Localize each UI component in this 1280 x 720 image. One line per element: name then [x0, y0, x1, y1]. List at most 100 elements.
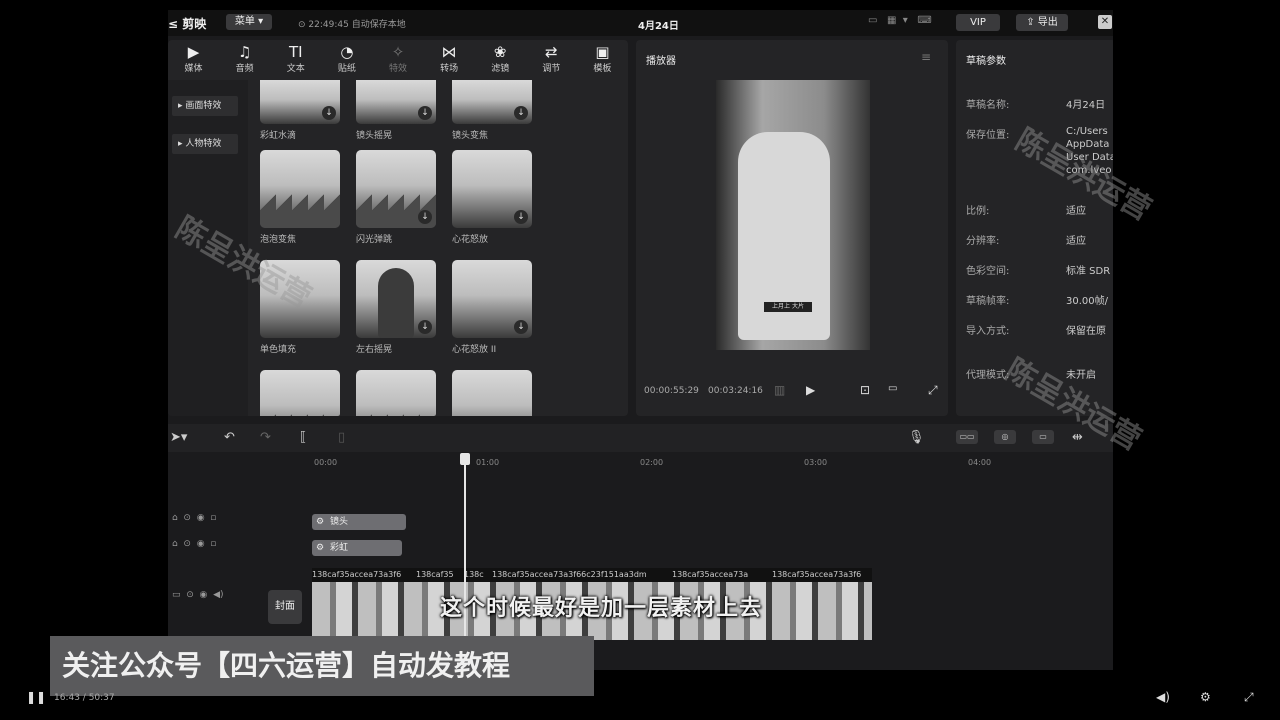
media-icon: ▶: [187, 43, 200, 61]
effect-clip[interactable]: ⚙ 彩虹: [312, 540, 402, 556]
effect-card[interactable]: ↓ 心花怒放 II: [452, 260, 532, 356]
pause-icon[interactable]: ❚❚: [26, 690, 46, 704]
fullscreen-icon[interactable]: ⤢: [928, 383, 938, 398]
ruler-mark: 03:00: [804, 458, 828, 467]
effect-card[interactable]: ↓ 闪光弹跳: [356, 150, 436, 246]
effect-thumbnail: ↓: [356, 260, 436, 338]
clip-name: 138caf35: [416, 570, 454, 579]
tab-media[interactable]: ▶ 媒体: [168, 40, 219, 80]
effects-icon: ✧: [391, 43, 405, 61]
play-icon[interactable]: ▶: [806, 383, 815, 397]
effect-card[interactable]: ↓ 镜头变焦: [452, 80, 532, 142]
effect-thumbnail: ↓: [452, 80, 532, 124]
track-controls[interactable]: ⌂ ⊙ ◉ ▫: [172, 539, 216, 549]
param-value: 4月24日: [1066, 100, 1106, 111]
tab-sticker[interactable]: ◔ 贴纸: [321, 40, 372, 80]
tab-transition[interactable]: ⋈ 转场: [424, 40, 475, 80]
cover-button[interactable]: 封面: [268, 590, 302, 624]
text-icon: TI: [288, 43, 303, 61]
microphone-icon[interactable]: 🎙: [908, 430, 925, 445]
ratio-icon[interactable]: ▭: [888, 383, 897, 394]
effect-card[interactable]: 泡泡变焦: [260, 150, 340, 246]
param-value: 适应: [1066, 206, 1086, 217]
effect-label: 心花怒放 II: [452, 345, 497, 355]
effect-grid: ↓ 彩虹水滴 ↓ 镜头摇晃 ↓ 镜头变焦 泡泡变焦 ↓ 闪光弹跳 ↓ 心花怒放 …: [260, 80, 550, 416]
download-icon[interactable]: ↓: [418, 320, 432, 334]
tab-adjust[interactable]: ⇄ 调节: [526, 40, 577, 80]
zoom-fit-icon[interactable]: ⇹: [1072, 430, 1083, 445]
download-icon[interactable]: ↓: [514, 106, 528, 120]
project-title: 4月24日: [638, 21, 679, 32]
param-label: 保存位置:: [966, 130, 1010, 141]
menu-icon[interactable]: ≡: [921, 50, 931, 64]
effect-card[interactable]: ↓ 心花怒放: [452, 150, 532, 246]
effect-thumbnail: [260, 370, 340, 416]
link-main-track-button[interactable]: ▭▭: [956, 430, 978, 444]
vip-button[interactable]: VIP: [956, 14, 1000, 31]
sidebar-item-screen-effects[interactable]: ▸ 画面特效: [172, 96, 238, 116]
volume-icon[interactable]: ◀): [1156, 690, 1170, 704]
effect-label: 单色填充: [260, 345, 297, 355]
editor-window: ≤ 剪映 菜单 ▾ ⊙ 22:49:45 自动保存本地 4月24日 ▭ ▦ ▾ …: [168, 10, 1113, 670]
download-icon[interactable]: ↓: [514, 320, 528, 334]
tab-filter[interactable]: ❀ 滤镜: [475, 40, 526, 80]
sidebar-item-person-effects[interactable]: ▸ 人物特效: [172, 134, 238, 154]
effect-thumbnail: [356, 370, 436, 416]
split-icon[interactable]: ⟦: [300, 430, 306, 445]
close-icon[interactable]: ✕: [1098, 15, 1112, 29]
link-button[interactable]: ◎: [994, 430, 1016, 444]
tab-audio[interactable]: ♫ 音频: [219, 40, 270, 80]
fullscreen-icon[interactable]: ⤢: [1244, 690, 1254, 705]
effect-card[interactable]: ↓ 镜头摇晃: [356, 80, 436, 142]
clip-name: 138caf35accea73a: [672, 570, 749, 579]
video-clip-names[interactable]: 138caf35accea73a3f6 138caf35 138c 138caf35a…: [312, 568, 872, 582]
app-logo: ≤ 剪映: [168, 17, 207, 31]
effect-card[interactable]: ↓ 彩虹水滴: [260, 80, 340, 142]
video-preview[interactable]: 上月上 大片: [716, 80, 870, 350]
effect-icon: ⚙: [316, 543, 325, 553]
param-label: 分辨率:: [966, 236, 1000, 247]
menu-button[interactable]: 菜单 ▾: [226, 14, 272, 30]
download-icon[interactable]: ↓: [322, 106, 336, 120]
current-timecode: 00:00:55:29: [644, 386, 699, 396]
tab-text[interactable]: TI 文本: [270, 40, 321, 80]
download-icon[interactable]: ↓: [418, 210, 432, 224]
effect-thumbnail: ↓: [452, 260, 532, 338]
effect-card[interactable]: [260, 370, 340, 416]
playhead-handle[interactable]: [460, 453, 470, 465]
marker-icon[interactable]: ▥: [774, 383, 785, 397]
clip-name: 138caf35accea73a3f6: [312, 570, 402, 579]
select-tool-icon[interactable]: ➤▾: [170, 430, 187, 445]
clip-name: 138caf35accea73a3f66c23f151aa3dm: [492, 570, 647, 579]
effect-clip[interactable]: ⚙ 镜头: [312, 514, 406, 530]
undo-icon[interactable]: ↶: [224, 430, 235, 445]
track-controls[interactable]: ⌂ ⊙ ◉ ▫: [172, 513, 216, 523]
effect-thumbnail: [452, 370, 532, 416]
tab-effects[interactable]: ✧ 特效: [372, 40, 423, 80]
preview-axis-button[interactable]: ▭: [1032, 430, 1054, 444]
effect-card[interactable]: [356, 370, 436, 416]
download-icon[interactable]: ↓: [418, 106, 432, 120]
ruler-mark: 00:00: [314, 458, 338, 467]
tab-template[interactable]: ▣ 模板: [577, 40, 628, 80]
video-player-bar: ❚❚ 16:43 / 50:37 ◀) ⚙ ⤢: [0, 684, 1280, 720]
player-title: 播放器: [646, 56, 676, 67]
effect-thumbnail: ↓: [260, 80, 340, 124]
export-button[interactable]: ⇪ 导出: [1016, 14, 1068, 31]
window-layout-icons[interactable]: ▭ ▦ ▾ ⌨: [868, 15, 932, 26]
delete-icon[interactable]: ▯: [338, 430, 345, 445]
effect-card[interactable]: [452, 370, 532, 416]
effect-label: 彩虹水滴: [260, 131, 297, 141]
track-controls[interactable]: ▭ ⊙ ◉ ◀): [172, 590, 224, 600]
redo-icon[interactable]: ↷: [260, 430, 271, 445]
template-icon: ▣: [595, 43, 610, 61]
title-bar: ≤ 剪映 菜单 ▾ ⊙ 22:49:45 自动保存本地 4月24日 ▭ ▦ ▾ …: [168, 10, 1113, 36]
effect-thumbnail: [260, 150, 340, 228]
effect-label: 镜头摇晃: [356, 131, 393, 141]
settings-icon[interactable]: ⚙: [1200, 690, 1211, 704]
download-icon[interactable]: ↓: [514, 210, 528, 224]
player-panel: 播放器 ≡ 上月上 大片 00:00:55:29 00:03:24:16 ▥ ▶…: [636, 40, 948, 416]
snapshot-icon[interactable]: ⊡: [860, 383, 870, 397]
effect-card[interactable]: ↓ 左右摇晃: [356, 260, 436, 356]
effect-thumbnail: ↓: [356, 80, 436, 124]
